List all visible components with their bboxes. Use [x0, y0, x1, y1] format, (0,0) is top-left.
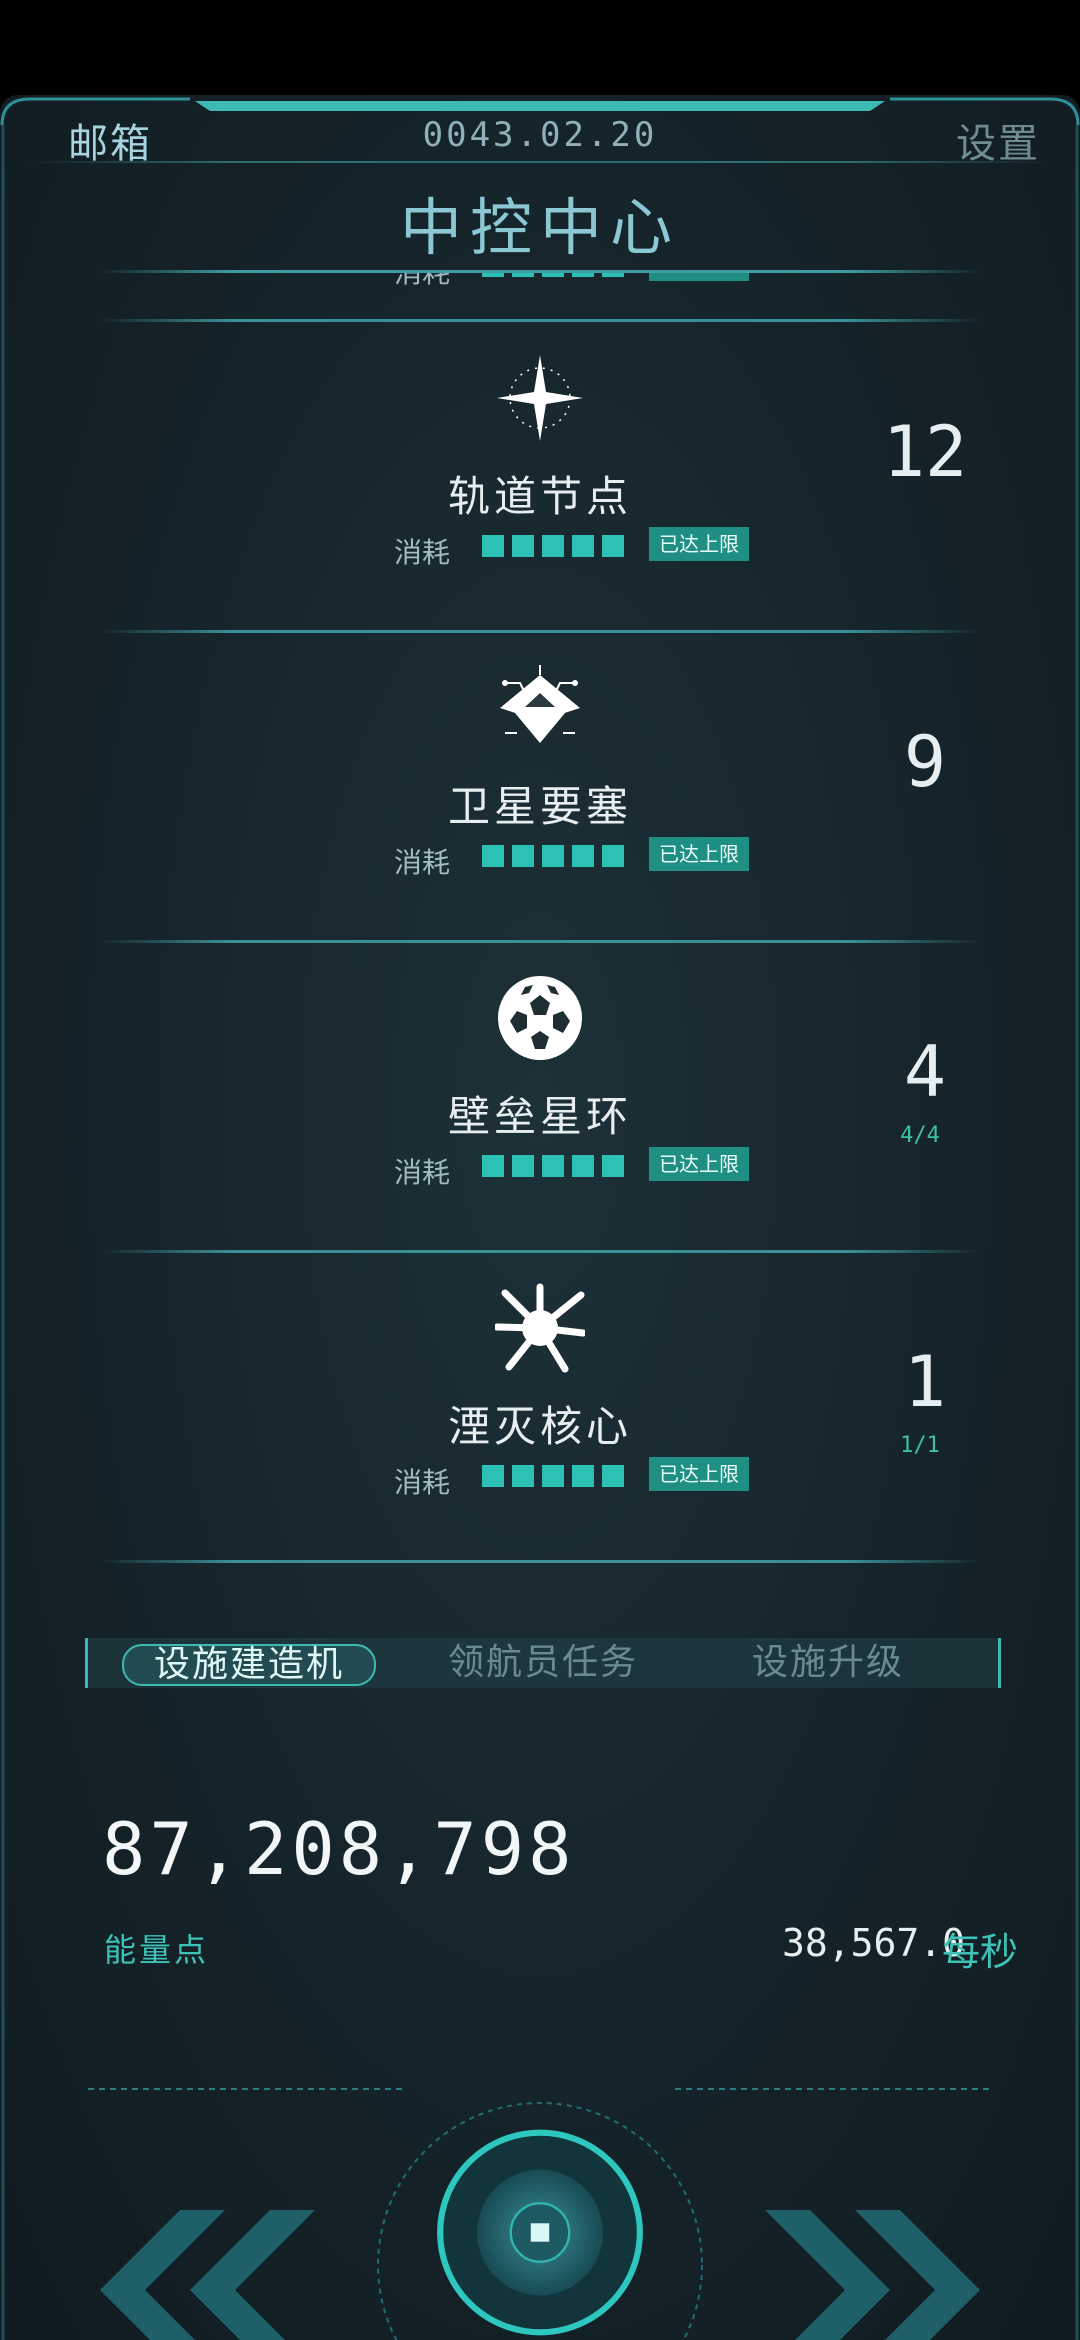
- facility-count: 9: [903, 721, 947, 803]
- cost-label: 消耗: [394, 536, 451, 569]
- cost-pip: [542, 1465, 564, 1487]
- cost-pip: [512, 845, 534, 867]
- cost-label: 消耗: [394, 273, 450, 291]
- previous-arrow-icon[interactable]: [100, 2210, 320, 2340]
- cost-pip: [572, 535, 594, 557]
- bastion-ring-sphere-icon: [498, 976, 582, 1060]
- cost-pips: [482, 273, 624, 277]
- energy-points-label: 能量点: [104, 1931, 210, 1969]
- cost-pip: [572, 845, 594, 867]
- cost-pip: [542, 273, 564, 277]
- facility-item-annihilation-core[interactable]: 湮灭核心 消耗 已达上限 1 1/1: [0, 1253, 1080, 1563]
- next-arrow-icon[interactable]: [760, 2210, 980, 2340]
- cost-pip: [602, 1155, 624, 1177]
- cost-pip: [542, 535, 564, 557]
- cost-pip: [482, 273, 504, 277]
- cost-pips: [482, 1155, 624, 1177]
- item-divider: [100, 1560, 980, 1563]
- cost-pip: [512, 535, 534, 557]
- facility-limit: 1/1: [900, 1433, 940, 1458]
- orbital-node-star-icon: [497, 355, 583, 441]
- cost-pips: [482, 845, 624, 867]
- cost-pip: [512, 273, 534, 277]
- cost-pip: [482, 1155, 504, 1177]
- annihilation-core-burst-icon: [495, 1283, 585, 1373]
- facility-count: 4: [903, 1031, 947, 1113]
- game-screen: 邮箱 0043.02.20 设置 中控中心 消耗 已达上限 轨道节点 消耗 已达…: [0, 95, 1080, 2340]
- facility-list[interactable]: 消耗 已达上限 轨道节点 消耗 已达上限 12: [0, 273, 1080, 1668]
- header-divider: [30, 161, 1050, 163]
- facility-limit: 4/4: [900, 1123, 940, 1148]
- cost-pips: [482, 1465, 624, 1487]
- cost-pip: [542, 845, 564, 867]
- cost-label: 消耗: [394, 1466, 451, 1499]
- tab-facility-builder[interactable]: 设施建造机: [122, 1644, 376, 1686]
- tab-facility-upgrade[interactable]: 设施升级: [718, 1638, 938, 1688]
- facility-item-satellite-fortress[interactable]: 卫星要塞 消耗 已达上限 9: [0, 633, 1080, 943]
- satellite-fortress-icon: [500, 665, 580, 743]
- tab-navigator-missions[interactable]: 领航员任务: [418, 1638, 668, 1688]
- maxed-badge: 已达上限: [649, 1147, 749, 1181]
- build-button[interactable]: [400, 2125, 680, 2340]
- energy-rate-value: 38,567.0: [781, 1921, 965, 1965]
- cost-pip: [572, 1155, 594, 1177]
- cost-pip: [482, 845, 504, 867]
- cost-pip: [602, 535, 624, 557]
- maxed-badge: 已达上限: [649, 837, 749, 871]
- cost-label: 消耗: [394, 846, 451, 879]
- cost-pip: [512, 1155, 534, 1177]
- cost-label: 消耗: [394, 1156, 451, 1189]
- item-divider: [100, 319, 980, 322]
- cost-pip: [572, 273, 594, 277]
- facility-item-orbital-node[interactable]: 轨道节点 消耗 已达上限 12: [0, 323, 1080, 633]
- cost-pip: [482, 1465, 504, 1487]
- maxed-badge: 已达上限: [649, 527, 749, 561]
- cost-pip: [512, 1465, 534, 1487]
- cost-pip: [542, 1155, 564, 1177]
- cost-pip: [602, 1465, 624, 1487]
- page-title: 中控中心: [399, 191, 680, 264]
- facility-count: 12: [882, 411, 968, 493]
- cost-pip: [482, 535, 504, 557]
- tab-bar: 设施建造机 领航员任务 设施升级: [85, 1638, 1001, 1688]
- game-date: 0043.02.20: [422, 115, 658, 155]
- energy-points-value: 87,208,798: [102, 1807, 576, 1891]
- facility-item-bastion-ring[interactable]: 壁垒星环 消耗 已达上限 4 4/4: [0, 943, 1080, 1253]
- bottom-controls: [0, 2055, 1080, 2340]
- cost-pip: [602, 273, 624, 277]
- cost-pip: [572, 1465, 594, 1487]
- facility-count: 1: [903, 1341, 947, 1423]
- cost-pips: [482, 535, 624, 557]
- energy-rate-unit: 每秒: [941, 1930, 1018, 1974]
- maxed-badge: 已达上限: [649, 273, 749, 281]
- cost-pip: [602, 845, 624, 867]
- maxed-badge: 已达上限: [649, 1457, 749, 1491]
